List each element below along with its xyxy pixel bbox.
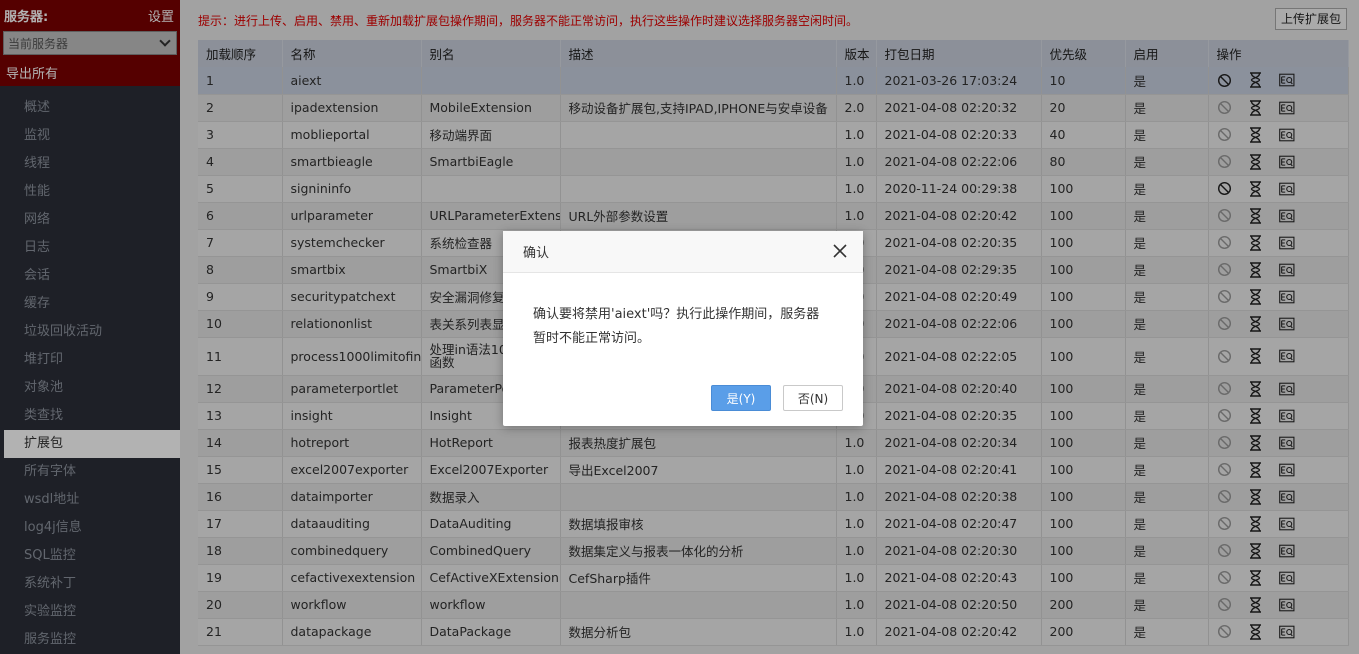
close-icon[interactable] [833,241,847,263]
dialog-header: 确认 [503,231,863,273]
no-button[interactable]: 否(N) [783,385,843,411]
dialog-title: 确认 [523,246,550,261]
confirm-dialog: 确认 确认要将禁用'aiext'吗？执行此操作期间，服务器暂时不能正常访问。 是… [503,231,863,426]
dialog-message: 确认要将禁用'aiext'吗？执行此操作期间，服务器暂时不能正常访问。 [533,307,820,346]
dialog-footer: 是(Y) 否(N) [503,385,863,411]
yes-button[interactable]: 是(Y) [711,385,771,411]
